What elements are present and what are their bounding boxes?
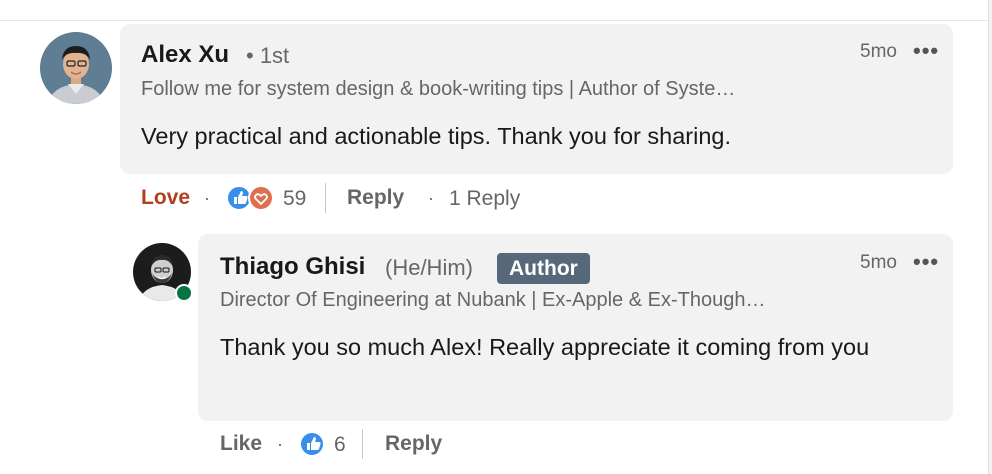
action-divider <box>325 183 326 213</box>
reply-author-headline: Director Of Engineering at Nubank | Ex-A… <box>220 289 766 311</box>
comment-author-headline: Follow me for system design & book-writi… <box>141 78 736 100</box>
more-options-icon[interactable]: ••• <box>913 38 939 64</box>
reply-button[interactable]: Reply <box>385 432 442 456</box>
comment-author-name[interactable]: Alex Xu <box>141 41 229 69</box>
more-options-icon[interactable]: ••• <box>913 249 939 275</box>
reaction-count[interactable]: 6 <box>334 433 346 457</box>
reply-text: Thank you so much Alex! Really appreciat… <box>220 334 870 360</box>
reaction-icons[interactable] <box>226 184 276 212</box>
reply-author-pronouns: (He/Him) <box>385 255 473 280</box>
reply-author-name[interactable]: Thiago Ghisi <box>220 253 365 281</box>
comments-section: Alex Xu • 1st 5mo ••• Follow me for syst… <box>0 0 989 474</box>
avatar-alex-xu[interactable] <box>40 32 112 104</box>
reply-timestamp: 5mo <box>860 252 897 273</box>
online-status-indicator <box>175 284 193 302</box>
separator-dot: · <box>428 188 434 208</box>
like-reaction-icon[interactable] <box>298 430 326 458</box>
author-badge: Author <box>497 253 590 284</box>
separator-dot: · <box>277 434 283 454</box>
comment-timestamp: 5mo <box>860 41 897 62</box>
separator-dot: · <box>204 188 210 208</box>
like-button[interactable]: Like <box>220 432 262 456</box>
love-icon <box>248 185 274 211</box>
reaction-love-button[interactable]: Love <box>141 186 190 210</box>
divider <box>0 0 988 21</box>
comment-text: Very practical and actionable tips. Than… <box>141 123 732 149</box>
reply-button[interactable]: Reply <box>347 186 404 210</box>
reaction-count[interactable]: 59 <box>283 187 306 211</box>
action-divider <box>362 429 363 459</box>
connection-degree: • 1st <box>246 43 290 68</box>
replies-count-link[interactable]: 1 Reply <box>449 187 520 211</box>
